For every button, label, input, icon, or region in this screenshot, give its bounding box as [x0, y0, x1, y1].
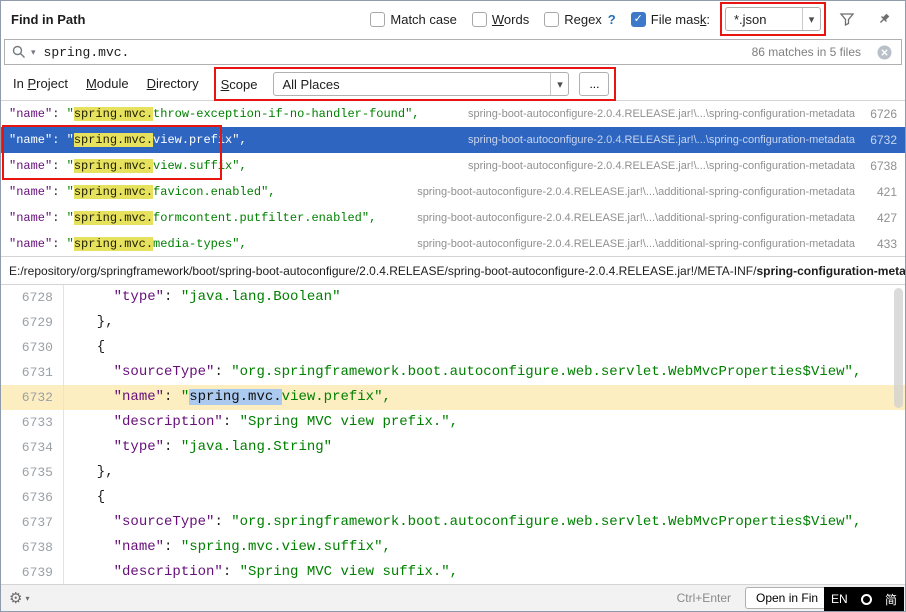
shortcut-hint: Ctrl+Enter — [677, 591, 731, 605]
result-row[interactable]: "name": "spring.mvc.view.suffix",spring-… — [1, 153, 905, 179]
checkbox-icon[interactable] — [370, 12, 385, 27]
regex-label: Regex — [564, 12, 602, 27]
scope-tab-scope[interactable]: Scope — [221, 77, 258, 92]
scope-tabs: In Project Module Directory — [13, 75, 217, 93]
file-mask-label: File mask: — [651, 12, 710, 27]
editor-line: 6732 "name": "spring.mvc.view.prefix", — [1, 385, 905, 410]
editor-line: 6739 "description": "Spring MVC view suf… — [1, 560, 905, 584]
editor-line: 6729 }, — [1, 310, 905, 335]
regex-checkbox[interactable]: Regex — [544, 12, 602, 27]
result-row[interactable]: "name": "spring.mvc.view.prefix",spring-… — [1, 127, 905, 153]
results-list: "name": "spring.mvc.throw-exception-if-n… — [1, 101, 905, 257]
funnel-icon — [839, 11, 855, 27]
search-history-chevron-icon[interactable]: ▾ — [31, 47, 36, 58]
regex-help-link[interactable]: ? — [608, 12, 616, 27]
words-label: Words — [492, 12, 529, 27]
words-checkbox[interactable]: Words — [472, 12, 529, 27]
close-icon — [877, 45, 892, 60]
preview-path: E:/repository/org/springframework/boot/s… — [1, 257, 905, 285]
checkbox-checked-icon[interactable]: ✓ — [631, 12, 646, 27]
search-query-text: spring.mvc. — [44, 45, 748, 60]
match-count-status: 86 matches in 5 files — [752, 45, 861, 59]
scope-tab-directory[interactable]: Directory — [147, 76, 199, 91]
chevron-down-icon[interactable]: ▾ — [550, 73, 568, 95]
check-icon: ✓ — [634, 13, 643, 25]
scope-combo[interactable]: All Places ▾ — [273, 72, 569, 96]
editor-line: 6734 "type": "java.lang.String" — [1, 435, 905, 460]
search-bar: ▾ spring.mvc. 86 matches in 5 files — [1, 37, 905, 68]
editor-line: 6735 }, — [1, 460, 905, 485]
pin-button[interactable] — [873, 8, 895, 30]
ime-indicator: EN 简 — [824, 587, 904, 611]
result-row[interactable]: "name": "spring.mvc.formcontent.putfilte… — [1, 205, 905, 231]
result-row[interactable]: "name": "spring.mvc.media-types",spring-… — [1, 231, 905, 257]
checkbox-icon[interactable] — [544, 12, 559, 27]
editor-line: 6728 "type": "java.lang.Boolean" — [1, 285, 905, 310]
file-mask-value: *.json — [726, 12, 773, 27]
filter-button[interactable] — [836, 8, 858, 30]
editor-lines: 6728 "type": "java.lang.Boolean"6729 },6… — [1, 285, 905, 584]
settings-gear-button[interactable]: ⚙ ▾ — [9, 589, 29, 607]
match-case-label: Match case — [390, 12, 456, 27]
search-options: Match case Words Regex ? ✓ File mask: *.… — [370, 7, 895, 31]
scope-bar: In Project Module Directory Scope All Plac… — [1, 68, 905, 101]
editor-line: 6737 "sourceType": "org.springframework.… — [1, 510, 905, 535]
scope-value: All Places — [274, 77, 345, 92]
result-row[interactable]: "name": "spring.mvc.throw-exception-if-n… — [1, 101, 905, 127]
result-row[interactable]: "name": "spring.mvc.favicon.enabled",spr… — [1, 179, 905, 205]
browse-scopes-button[interactable]: ... — [579, 72, 609, 96]
match-case-checkbox[interactable]: Match case — [370, 12, 456, 27]
editor-line: 6738 "name": "spring.mvc.view.suffix", — [1, 535, 905, 560]
preview-path-filename: spring-configuration-metadata — [756, 264, 905, 278]
file-mask-checkbox[interactable]: ✓ File mask: — [631, 12, 710, 27]
ime-icon — [861, 594, 872, 605]
search-input[interactable]: ▾ spring.mvc. 86 matches in 5 files — [4, 39, 902, 65]
editor-line: 6731 "sourceType": "org.springframework.… — [1, 360, 905, 385]
search-icon — [11, 44, 27, 60]
editor-line: 6733 "description": "Spring MVC view pre… — [1, 410, 905, 435]
file-mask-combo[interactable]: *.json ▾ — [725, 7, 821, 31]
ime-lang-label: EN — [831, 592, 848, 606]
footer-bar: ⚙ ▾ Ctrl+Enter Open in Fin EN 简 — [1, 584, 905, 611]
scope-group: Scope All Places ▾ ... — [221, 72, 610, 96]
chevron-down-icon[interactable]: ▾ — [802, 8, 820, 30]
scope-tab-module[interactable]: Module — [86, 76, 129, 91]
gear-icon: ⚙ — [9, 589, 22, 607]
checkbox-icon[interactable] — [472, 12, 487, 27]
chevron-down-icon: ▾ — [25, 594, 29, 603]
editor-pane[interactable]: 6728 "type": "java.lang.Boolean"6729 },6… — [1, 285, 905, 584]
title-bar: Find in Path Match case Words Regex ? ✓ … — [1, 1, 905, 37]
preview-path-prefix: E:/repository/org/springframework/boot/s… — [9, 264, 756, 278]
editor-line: 6730 { — [1, 335, 905, 360]
find-in-path-dialog: Find in Path Match case Words Regex ? ✓ … — [0, 0, 906, 612]
dialog-title: Find in Path — [11, 12, 85, 27]
ime-mode-label: 简 — [885, 591, 897, 608]
scope-tab-project[interactable]: In Project — [13, 76, 68, 91]
editor-line: 6736 { — [1, 485, 905, 510]
clear-search-button[interactable] — [873, 41, 895, 63]
editor-scrollbar[interactable] — [894, 288, 903, 408]
pin-icon — [876, 11, 892, 27]
